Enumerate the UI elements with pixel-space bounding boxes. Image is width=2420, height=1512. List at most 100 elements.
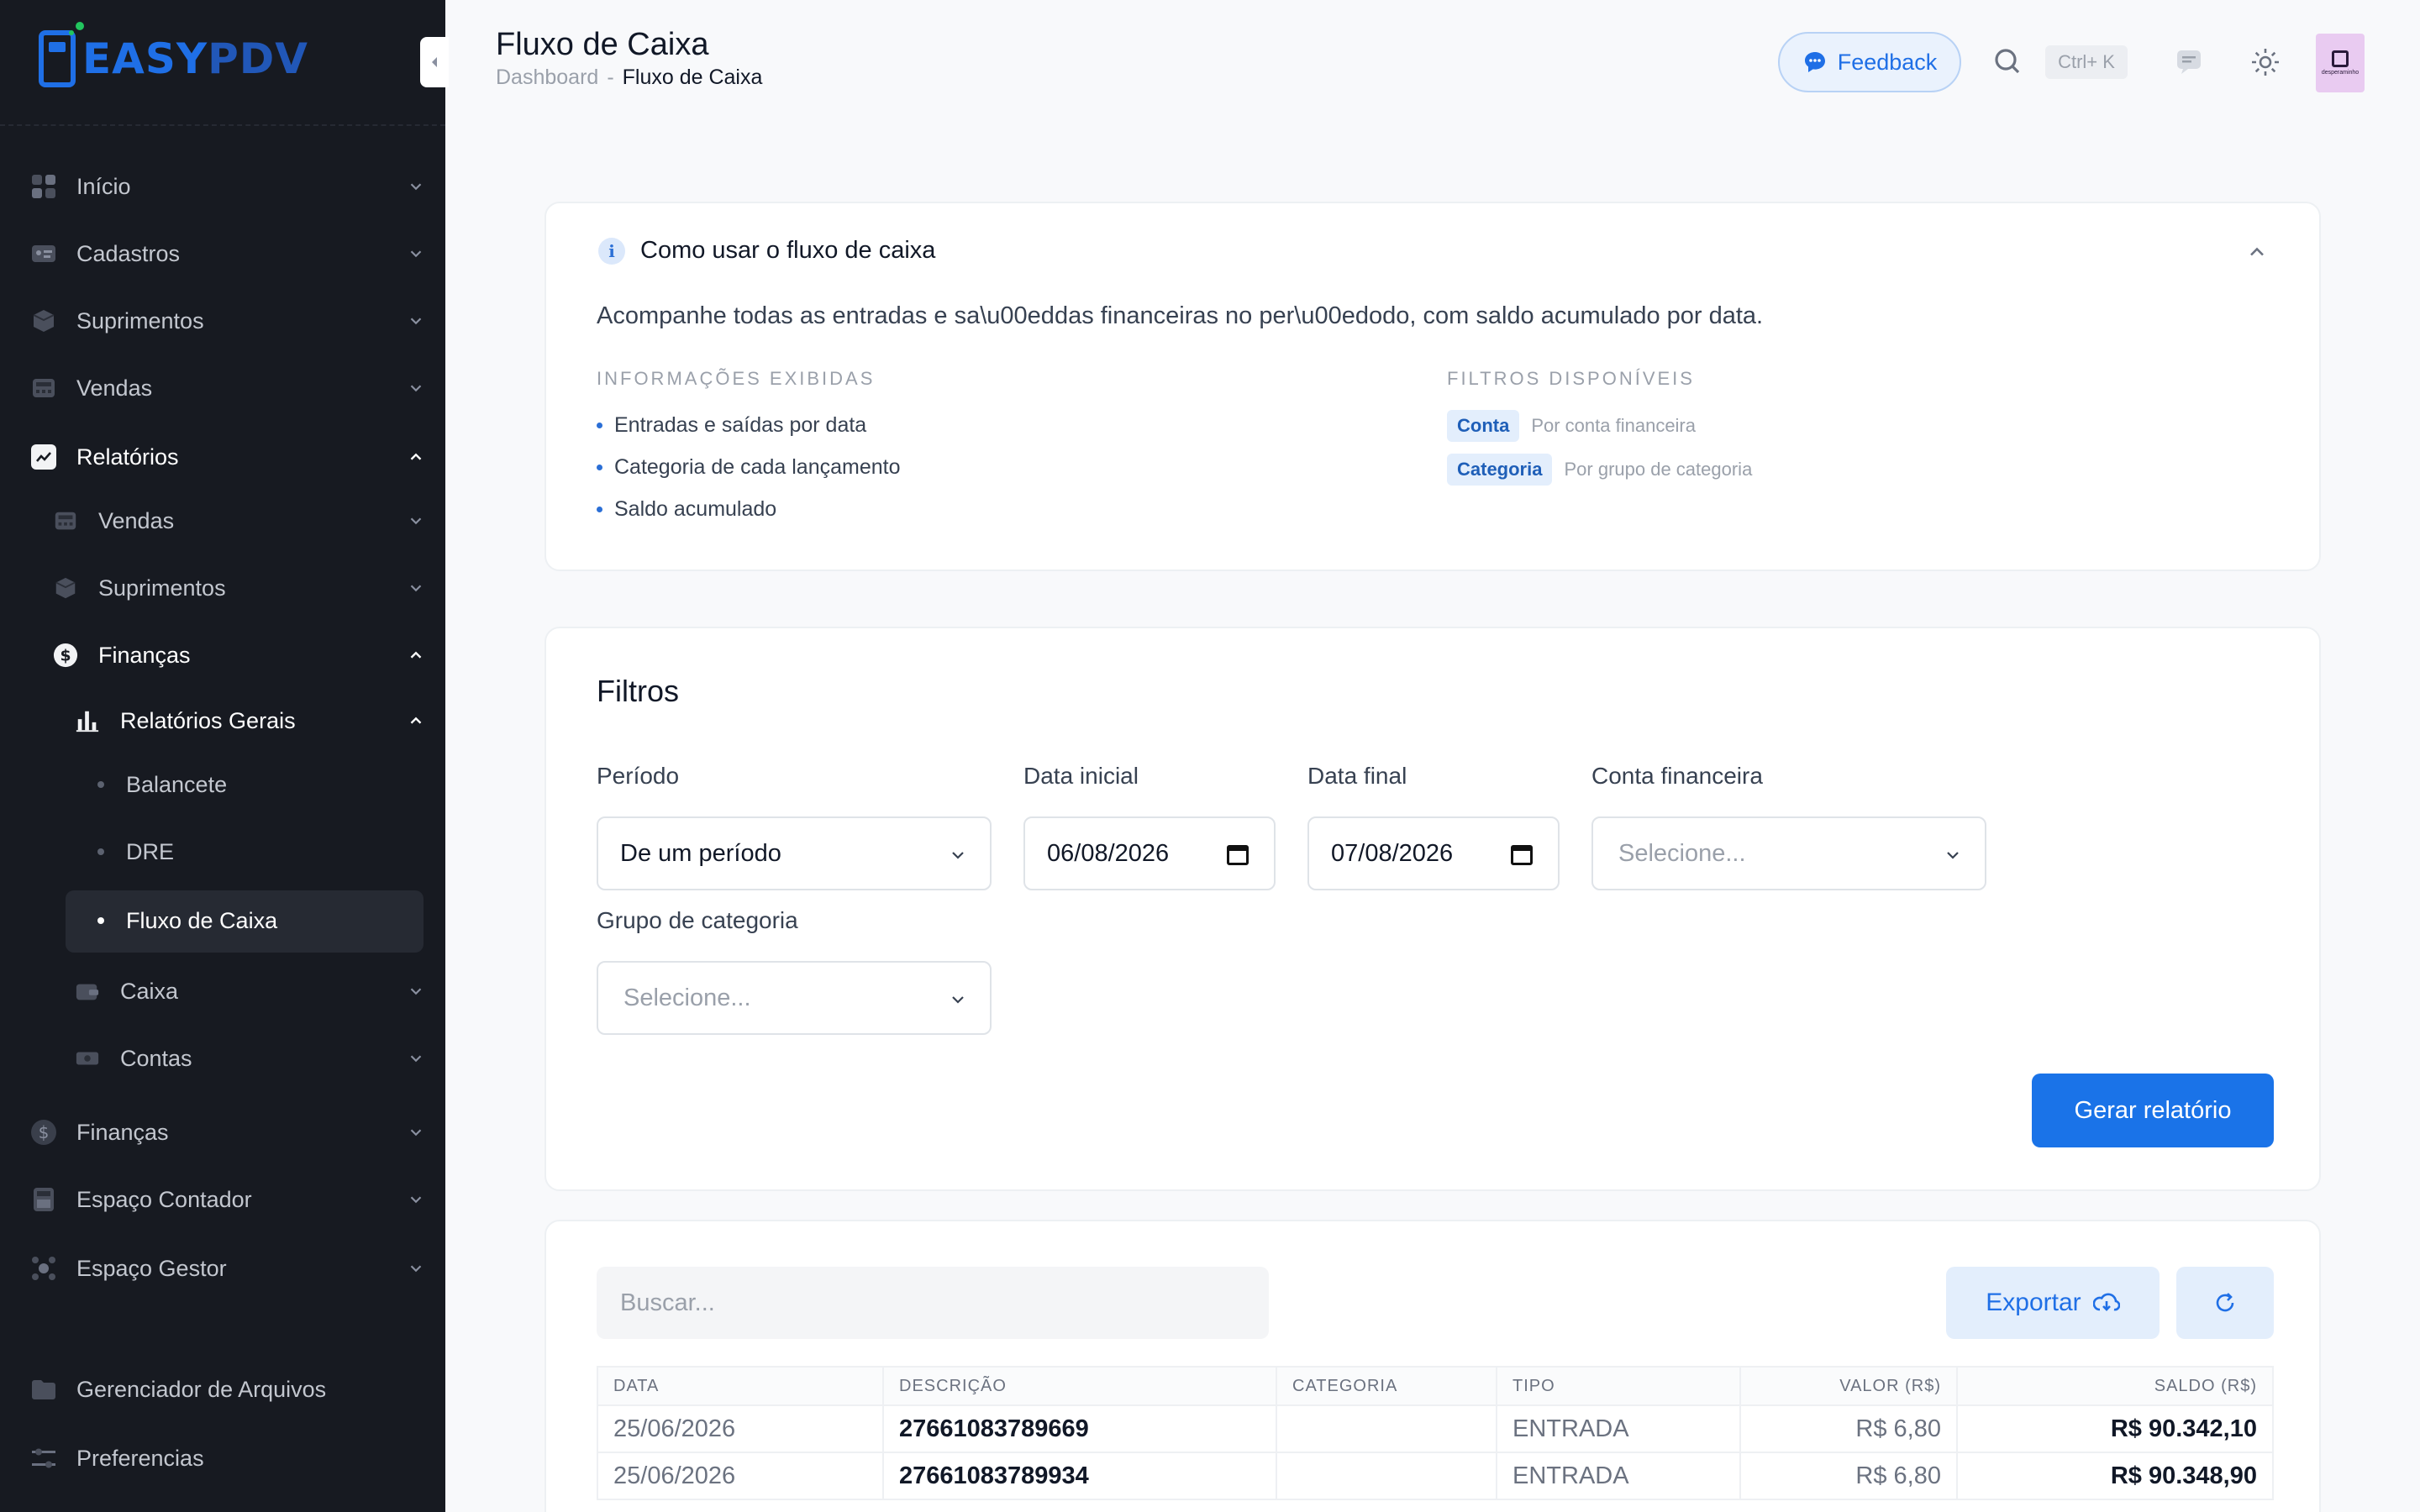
sidebar-item-preferencias[interactable]: Preferencias [0,1433,445,1483]
cell-descricao: 27661083789669 [882,1404,1277,1453]
sidebar-item-suprimentos[interactable]: Suprimentos [0,296,445,346]
column-header-data[interactable]: DATA [597,1366,884,1406]
logo-text: EASYPDV [82,34,308,83]
sidebar-item-gerenciador-de-arquivos[interactable]: Gerenciador de Arquivos [0,1364,445,1415]
sidebar-item-fluxo-de-caixa[interactable]: Fluxo de Caixa [0,895,445,946]
sidebar-item-dre[interactable]: DRE [0,827,445,877]
chevron-up-icon [410,717,422,724]
help-card-header[interactable]: i Como usar o fluxo de caixa [598,237,935,265]
pos-terminal-icon [39,22,84,87]
home-icon [30,173,57,200]
chevron-down-icon [952,996,964,1004]
chevron-down-icon [410,988,422,995]
sidebar-item-espaco-contador[interactable]: Espaço Contador [0,1174,445,1225]
refresh-button[interactable] [2176,1267,2274,1339]
sidebar-item-relatorios-financas[interactable]: $ Finanças [0,630,445,680]
table-header-row: DATA DESCRIÇÃO CATEGORIA TIPO VALOR (R$)… [597,1366,2274,1406]
cell-valor: R$ 6,80 [1739,1452,1958,1500]
periodo-select[interactable]: De um período [597,816,992,890]
chevron-down-icon [410,517,422,525]
column-header-descricao[interactable]: DESCRIÇÃO [882,1366,1277,1406]
wallet-icon [74,978,101,1005]
chevron-down-icon [410,1265,422,1273]
chart-line-icon [30,444,57,470]
sidebar-item-cadastros[interactable]: Cadastros [0,228,445,279]
refresh-icon [2216,1293,2234,1312]
cell-valor: R$ 6,80 [1739,1404,1958,1453]
sidebar-item-inicio[interactable]: Início [0,161,445,212]
box-icon [30,307,57,334]
avatar[interactable]: desperaminho [2316,34,2365,92]
sidebar-item-balancete[interactable]: Balancete [0,759,445,810]
cell-data: 25/06/2026 [597,1404,884,1453]
export-button[interactable]: Exportar [1946,1267,2160,1339]
data-inicial-input[interactable]: 06/08/2026 [1023,816,1276,890]
chevron-up-icon [410,651,422,659]
data-inicial-label: Data inicial [1023,763,1139,789]
theme-toggle-sun-icon[interactable] [2250,47,2281,77]
gerar-relatorio-button[interactable]: Gerar relatório [2032,1074,2274,1147]
sidebar-collapse-button[interactable] [420,37,449,87]
breadcrumb-root[interactable]: Dashboard [496,66,598,89]
sliders-icon [30,1445,57,1472]
bullet-dot [97,917,104,924]
search-icon[interactable] [1993,47,2022,76]
sidebar-item-financas[interactable]: $ Finanças [0,1107,445,1158]
bullet-dot [97,848,104,855]
help-description: Acompanhe todas as entradas e sa\u00edda… [597,302,1764,329]
sidebar: EASYPDV Início Cadastros Suprimentos Ven… [0,0,445,1512]
chevron-down-icon [410,385,422,392]
sidebar-item-espaco-gestor[interactable]: Espaço Gestor [0,1243,445,1294]
chevron-up-icon[interactable] [2245,240,2269,264]
logo[interactable]: EASYPDV [39,22,308,87]
help-card: i Como usar o fluxo de caixa Acompanhe t… [544,202,2321,571]
svg-text:$: $ [60,648,71,665]
column-header-tipo[interactable]: TIPO [1496,1366,1741,1406]
chevron-down-icon [410,183,422,191]
periodo-label: Período [597,763,680,789]
svg-text:$: $ [39,1122,50,1142]
folder-icon [30,1376,57,1403]
sidebar-item-relatorios-vendas[interactable]: Vendas [0,496,445,546]
sidebar-item-caixa[interactable]: Caixa [0,966,445,1016]
table-row[interactable]: 25/06/2026 27661083789934 ENTRADA R$ 6,8… [597,1452,2274,1500]
available-filter-item: Categoria Por grupo de categoria [1447,454,1752,486]
column-header-categoria[interactable]: CATEGORIA [1276,1366,1497,1406]
sidebar-item-vendas[interactable]: Vendas [0,363,445,413]
grupo-categoria-select[interactable]: Selecione... [597,961,992,1035]
sidebar-item-contas[interactable]: Contas [0,1033,445,1084]
table-search-input[interactable]: Buscar... [597,1267,1269,1339]
page-title: Fluxo de Caixa [496,27,709,62]
table-row[interactable]: 25/06/2026 27661083789669 ENTRADA R$ 6,8… [597,1404,2274,1453]
column-header-saldo[interactable]: SALDO (R$) [1956,1366,2274,1406]
cadastros-icon [30,240,57,267]
messages-icon[interactable] [2175,47,2203,76]
cell-saldo: R$ 90.342,10 [1956,1404,2274,1453]
chevron-down-icon [952,852,964,859]
chat-bubble-icon [1804,52,1825,72]
chevron-up-icon [410,453,422,460]
avatar-logo-icon [2332,50,2349,67]
column-header-valor[interactable]: VALOR (R$) [1739,1366,1958,1406]
gestor-icon [30,1255,57,1282]
feedback-button[interactable]: Feedback [1778,32,1961,92]
conta-financeira-label: Conta financeira [1591,763,1763,789]
shown-info-item: Entradas e saídas por data [597,413,866,438]
dollar-icon: $ [30,1119,57,1146]
calculator-icon [30,1186,57,1213]
cell-tipo: ENTRADA [1496,1452,1741,1500]
chevron-down-icon [410,318,422,325]
results-card: Buscar... Exportar DATA DESCRIÇÃO CATEGO… [544,1220,2321,1512]
calendar-icon[interactable] [1511,845,1533,865]
sidebar-item-relatorios-gerais[interactable]: Relatórios Gerais [0,696,445,746]
data-final-input[interactable]: 07/08/2026 [1307,816,1560,890]
conta-financeira-select[interactable]: Selecione... [1591,816,1986,890]
calendar-icon[interactable] [1227,845,1249,865]
chevron-down-icon [1947,852,1959,859]
sidebar-divider [0,124,445,126]
sidebar-item-relatorios-suprimentos[interactable]: Suprimentos [0,563,445,613]
cell-data: 25/06/2026 [597,1452,884,1500]
shown-info-title: INFORMAÇÕES EXIBIDAS [597,368,876,389]
sidebar-item-relatorios[interactable]: Relatórios [0,432,445,482]
breadcrumb-separator: - [607,66,614,89]
